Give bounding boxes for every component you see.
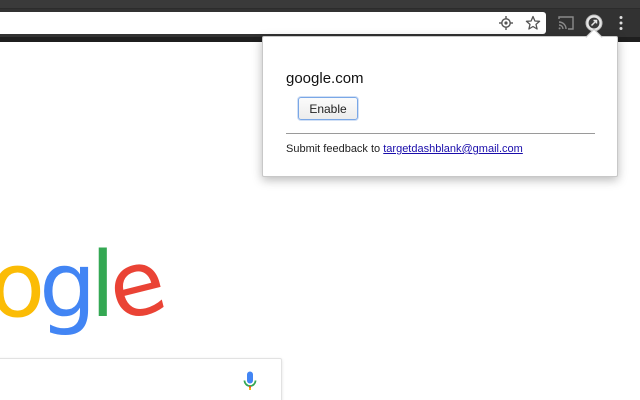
feedback-prefix: Submit feedback to	[286, 143, 384, 155]
browser-toolbar	[0, 9, 640, 37]
google-logo: ogle	[0, 229, 170, 343]
tab-strip	[0, 0, 640, 9]
search-input[interactable]	[0, 358, 282, 400]
microphone-icon[interactable]	[243, 371, 257, 393]
feedback-text: Submit feedback to targetdashblank@gmail…	[286, 143, 523, 155]
enable-button[interactable]: Enable	[298, 97, 358, 120]
cast-icon[interactable]	[557, 14, 575, 32]
logo-letter: g	[39, 233, 96, 338]
menu-dots-icon[interactable]	[612, 14, 630, 32]
extension-popup: google.com Enable Submit feedback to tar…	[262, 36, 618, 177]
browser-window: ogle google.com Enable Submit feedback t…	[0, 0, 640, 400]
logo-letter: o	[0, 233, 45, 338]
omnibox[interactable]	[0, 12, 546, 34]
location-target-icon[interactable]	[498, 15, 514, 31]
popup-divider	[286, 133, 595, 134]
star-icon[interactable]	[525, 15, 541, 31]
feedback-email-link[interactable]: targetdashblank@gmail.com	[383, 143, 523, 155]
popup-domain: google.com	[286, 70, 364, 87]
